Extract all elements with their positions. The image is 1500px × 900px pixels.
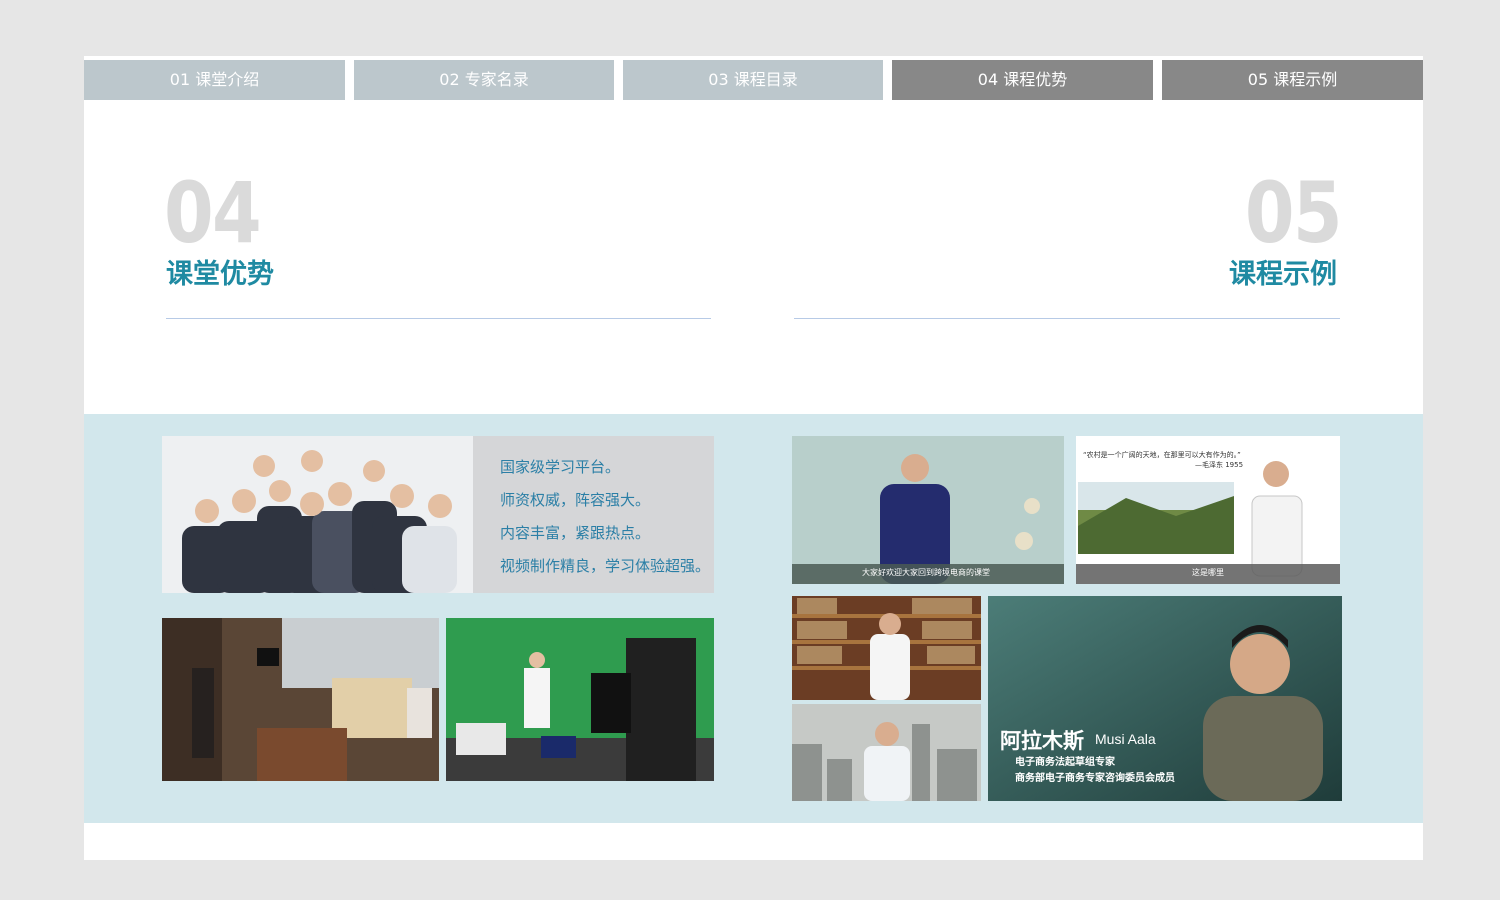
divider-left — [166, 318, 711, 319]
office-filming-photo — [162, 618, 439, 781]
video-thumbnail-1[interactable] — [792, 436, 1064, 584]
video-1-caption: 大家好欢迎大家回到跨境电商的课堂 — [862, 568, 990, 577]
tab-course-catalog[interactable]: 03 课程目录 — [623, 60, 883, 100]
featured-expert-title-2: 商务部电子商务专家咨询委员会成员 — [1015, 773, 1175, 784]
team-photo — [162, 436, 473, 593]
advantage-item: 视频制作精良，学习体验超强。 — [500, 557, 711, 575]
video-2-quote: “农村是一个广阔的天地，在那里可以大有作为的。” — [1083, 451, 1241, 459]
video-2-caption: 这是哪里 — [1192, 568, 1224, 577]
greenscreen-studio-photo — [446, 618, 714, 781]
video-2-quote-attribution: —毛泽东 1955 — [1195, 461, 1244, 469]
section-number-left: 04 — [164, 164, 262, 262]
advantage-item: 师资权威，阵容强大。 — [500, 491, 651, 509]
tab-course-advantages[interactable]: 04 课程优势 — [892, 60, 1153, 100]
advantage-item: 内容丰富，紧跟热点。 — [500, 524, 651, 542]
section-number-right: 05 — [1245, 164, 1343, 262]
video-thumbnail-3[interactable] — [792, 596, 981, 700]
section-title-examples: 课程示例 — [1229, 259, 1337, 290]
divider-right — [794, 318, 1340, 319]
tab-expert-directory[interactable]: 02 专家名录 — [354, 60, 614, 100]
advantage-item: 国家级学习平台。 — [500, 458, 621, 476]
featured-expert-name-en: Musi Aala — [1095, 731, 1156, 747]
featured-expert-title-1: 电子商务法起草组专家 — [1015, 757, 1115, 768]
featured-expert-name: 阿拉木斯 — [1000, 729, 1084, 753]
tab-course-examples[interactable]: 05 课程示例 — [1162, 60, 1423, 100]
video-thumbnail-4[interactable] — [792, 704, 981, 801]
tab-classroom-intro[interactable]: 01 课堂介绍 — [84, 60, 345, 100]
section-title-advantages: 课堂优势 — [166, 259, 274, 290]
advantages-panel: 国家级学习平台。 师资权威，阵容强大。 内容丰富，紧跟热点。 视频制作精良，学习… — [473, 436, 714, 593]
